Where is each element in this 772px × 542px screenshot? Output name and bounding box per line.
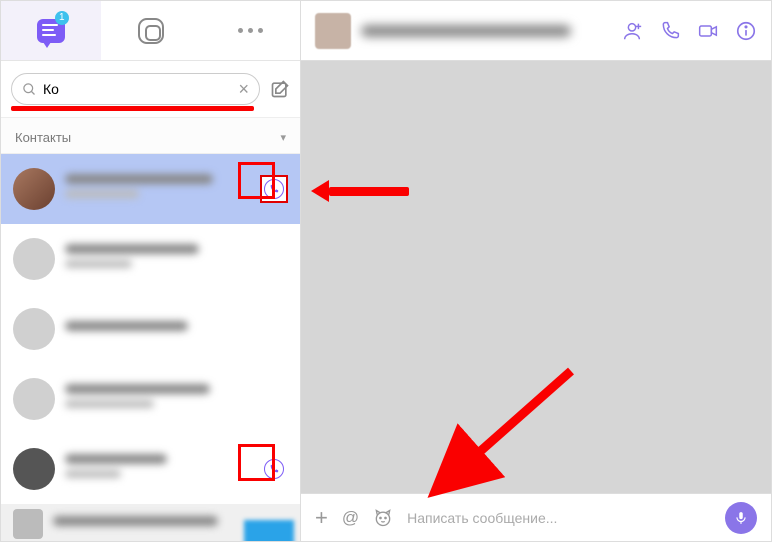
list-item[interactable] (1, 224, 300, 294)
mention-icon[interactable]: @ (342, 508, 359, 528)
chat-header (301, 1, 771, 61)
call-icon[interactable] (659, 20, 681, 42)
search-input[interactable] (37, 81, 238, 97)
viber-indicator[interactable] (260, 175, 288, 203)
message-input[interactable] (407, 510, 711, 526)
video-icon[interactable] (697, 20, 719, 42)
avatar (13, 168, 55, 210)
annotation-arrow (329, 187, 409, 196)
plus-icon[interactable]: + (315, 507, 328, 529)
avatar (13, 308, 55, 350)
avatar[interactable] (315, 13, 351, 49)
camera-icon (138, 18, 164, 44)
sticker-icon[interactable] (373, 508, 393, 528)
list-item[interactable] (1, 504, 300, 541)
top-tabs: 1 (1, 1, 300, 61)
list-item[interactable] (1, 294, 300, 364)
unread-badge: 1 (55, 11, 69, 25)
avatar (13, 378, 55, 420)
action-button[interactable] (244, 520, 294, 541)
tab-more[interactable] (200, 1, 300, 60)
viber-indicator[interactable] (260, 455, 288, 483)
contact-label (65, 454, 250, 484)
list-item[interactable] (1, 364, 300, 434)
chat-title (361, 25, 611, 37)
more-icon (238, 28, 263, 33)
list-item[interactable] (1, 434, 300, 504)
avatar (13, 238, 55, 280)
info-icon[interactable] (735, 20, 757, 42)
tab-discover[interactable] (101, 1, 201, 60)
contact-label (65, 321, 288, 337)
contact-label (65, 384, 288, 414)
chevron-down-icon: ▾ (280, 131, 286, 144)
search-box[interactable]: × (11, 73, 260, 105)
mic-button[interactable] (725, 502, 757, 534)
annotation-arrow (311, 180, 329, 202)
contact-list (1, 154, 300, 541)
avatar (13, 448, 55, 490)
compose-icon[interactable] (270, 79, 290, 99)
section-contacts[interactable]: Контакты ▾ (1, 118, 300, 154)
clear-icon[interactable]: × (238, 80, 249, 98)
contact-label (65, 174, 250, 204)
contact-label (65, 244, 288, 274)
add-user-icon[interactable] (621, 20, 643, 42)
avatar (13, 509, 43, 539)
tab-chats[interactable]: 1 (1, 1, 101, 60)
list-item[interactable] (1, 154, 300, 224)
search-icon (22, 82, 37, 97)
chat-area (301, 61, 771, 493)
section-title: Контакты (15, 130, 71, 145)
annotation-underline (11, 106, 254, 111)
annotation-arrow (421, 361, 581, 501)
